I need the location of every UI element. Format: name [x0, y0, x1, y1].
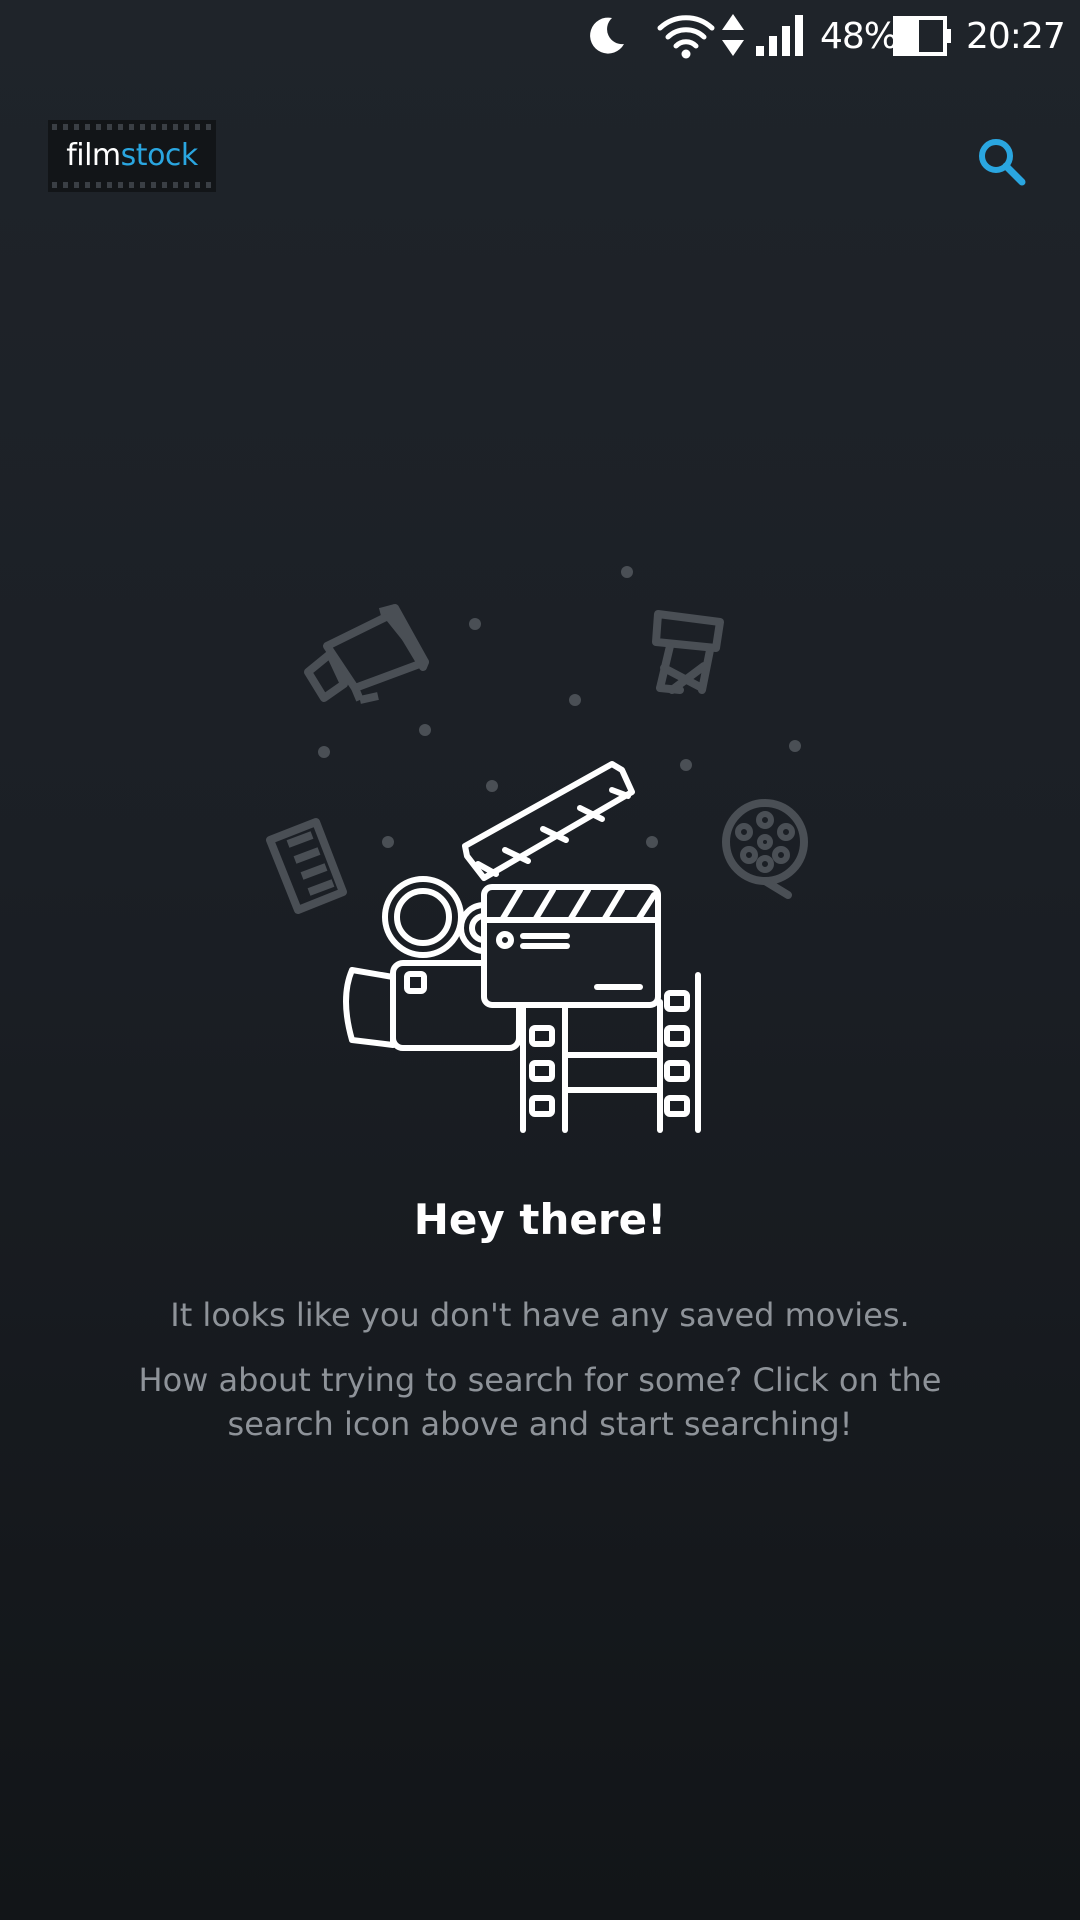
empty-state-illustration [240, 550, 840, 1140]
status-bar: 48% 20:27 [0, 0, 1080, 72]
director-chair-icon [652, 610, 724, 694]
data-arrows-icon [720, 0, 746, 72]
filmstock-logo: filmstock [48, 120, 216, 192]
search-icon[interactable] [976, 136, 1028, 188]
film-reel-icon [722, 799, 808, 899]
film-strip-holes-bottom [52, 182, 212, 188]
empty-state-title: Hey there! [413, 1195, 667, 1244]
battery-percent: 48% [820, 15, 898, 57]
wifi-icon [656, 0, 716, 72]
logo-text: filmstock [48, 137, 216, 175]
megaphone-icon [304, 604, 429, 704]
film-strip-holes-top [52, 124, 212, 130]
clapperboard-camera-icon [343, 761, 701, 1133]
clock: 20:27 [966, 15, 1066, 57]
moon-icon [584, 0, 628, 72]
ticket-icon [266, 818, 347, 914]
logo-text-film: film [66, 138, 121, 173]
empty-state-message-1: It looks like you don't have any saved m… [170, 1296, 910, 1334]
logo-text-stock: stock [120, 138, 199, 173]
battery-icon [892, 0, 954, 72]
signal-icon [754, 0, 806, 72]
app-bar: filmstock [0, 72, 1080, 240]
empty-state-message-2: How about trying to search for some? Cli… [138, 1361, 942, 1443]
search-button[interactable] [966, 126, 1038, 198]
